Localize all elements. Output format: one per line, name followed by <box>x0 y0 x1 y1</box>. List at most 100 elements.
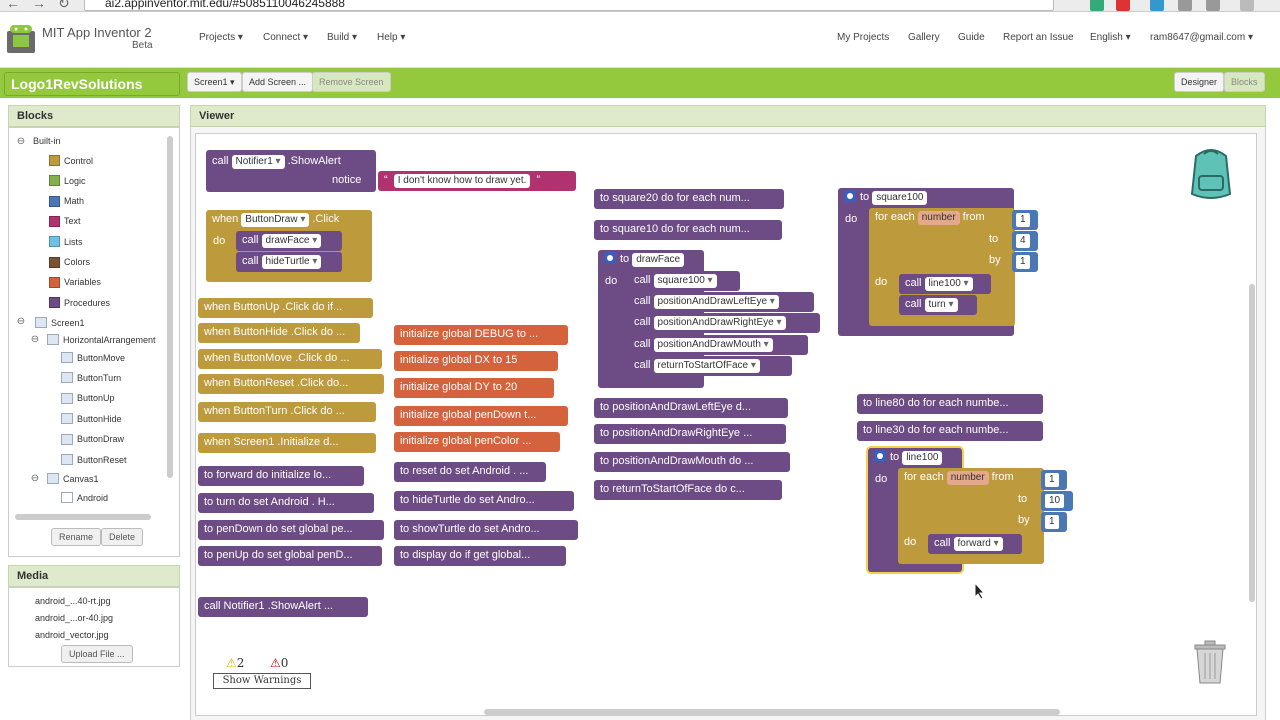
procedure-dropdown[interactable]: positionAndDrawMouth <box>653 337 773 352</box>
backpack-icon[interactable] <box>1182 146 1240 202</box>
media-file[interactable]: android_...or-40.jpg <box>35 613 113 623</box>
collapsed-block[interactable]: call Notifier1 .ShowAlert ... <box>198 597 368 617</box>
collapsed-block[interactable]: to positionAndDrawLeftEye d... <box>594 398 788 418</box>
tree-builtin-control[interactable]: Control <box>49 155 93 166</box>
collapsed-block[interactable]: initialize global DX to 15 <box>394 351 558 371</box>
tree-horizontal-arrangement[interactable]: HorizontalArrangement <box>47 334 156 345</box>
collapsed-block[interactable]: to turn do set Android . H... <box>198 493 374 513</box>
screen-dropdown[interactable]: Screen1 ▾ <box>187 72 242 92</box>
blocks-button[interactable]: Blocks <box>1224 72 1265 92</box>
menu-projects[interactable]: Projects ▾ <box>199 32 243 43</box>
collapsed-block[interactable]: when ButtonMove .Click do ... <box>198 349 382 369</box>
call-positionanddrawrighteye-block[interactable]: call positionAndDrawRightEye <box>628 313 820 334</box>
tree-builtin-logic[interactable]: Logic <box>49 175 86 187</box>
collapsed-block[interactable]: to forward do initialize lo... <box>198 466 364 486</box>
back-icon[interactable]: ← <box>6 0 20 11</box>
tree-buttonup[interactable]: ButtonUp <box>61 392 115 404</box>
add-screen-button[interactable]: Add Screen ... <box>242 72 314 92</box>
call-hideturtle-block[interactable]: call hideTurtle <box>236 252 342 272</box>
reload-icon[interactable]: ↻ <box>58 0 70 11</box>
tree-buttonturn[interactable]: ButtonTurn <box>61 372 121 384</box>
tree-builtin-colors[interactable]: Colors <box>49 256 90 268</box>
link-my-projects[interactable]: My Projects <box>837 32 889 43</box>
extension-icon[interactable] <box>1178 0 1192 11</box>
forward-icon[interactable]: → <box>32 0 46 11</box>
collapsed-block[interactable]: to display do if get global... <box>394 546 566 566</box>
collapsed-block[interactable]: initialize global penDown t... <box>394 406 568 426</box>
collapsed-block[interactable]: to positionAndDrawRightEye ... <box>594 424 786 444</box>
number-block[interactable]: 1 <box>1041 470 1067 490</box>
collapsed-block[interactable]: initialize global DEBUG to ... <box>394 325 568 345</box>
show-warnings-button[interactable]: Show Warnings <box>213 673 311 689</box>
workspace-vertical-scrollbar[interactable] <box>1249 284 1255 602</box>
tree-builtin-variables[interactable]: Variables <box>49 276 101 288</box>
media-file[interactable]: android_vector.jpg <box>35 630 109 640</box>
tree-scrollbar[interactable] <box>167 136 173 478</box>
collapsed-block[interactable]: when ButtonReset .Click do... <box>198 374 384 394</box>
number-block[interactable]: 1 <box>1012 252 1038 272</box>
tree-canvas1[interactable]: Canvas1 <box>47 473 99 484</box>
tree-builtin-math[interactable]: Math <box>49 195 84 207</box>
remove-screen-button[interactable]: Remove Screen <box>312 72 391 92</box>
collapsed-block[interactable]: to penUp do set global penD... <box>198 546 382 566</box>
rename-button[interactable]: Rename <box>51 528 102 546</box>
menu-connect[interactable]: Connect ▾ <box>263 32 308 43</box>
call-notifier-showalert-block[interactable]: callNotifier1.ShowAlert notice <box>206 150 376 192</box>
collapsed-block[interactable]: initialize global DY to 20 <box>394 378 554 398</box>
extension-icon[interactable] <box>1206 0 1220 11</box>
extension-icon[interactable] <box>1116 0 1130 11</box>
collapsed-block[interactable]: to square20 do for each num... <box>594 189 784 209</box>
media-file[interactable]: android_...40-rt.jpg <box>35 596 111 606</box>
delete-button[interactable]: Delete <box>101 528 144 546</box>
collapsed-block[interactable]: to returnToStartOfFace do c... <box>594 480 782 500</box>
workspace-horizontal-scrollbar[interactable] <box>484 709 1060 715</box>
blocks-workspace[interactable]: when ButtonUp .Click do if... when Button… <box>195 133 1257 716</box>
number-block[interactable]: 1 <box>1012 210 1038 230</box>
tree-buttonreset[interactable]: ButtonReset <box>61 454 127 465</box>
mutator-gear-icon[interactable] <box>604 252 616 265</box>
language-menu[interactable]: English ▾ <box>1090 32 1131 43</box>
collapsed-block[interactable]: when Screen1 .Initialize d... <box>198 433 376 453</box>
extension-icon[interactable] <box>1090 0 1104 11</box>
tree-android[interactable]: Android <box>61 492 108 503</box>
collapsed-block[interactable]: when ButtonUp .Click do if... <box>198 298 373 318</box>
mutator-gear-icon[interactable] <box>844 190 856 203</box>
collapsed-block[interactable]: when ButtonTurn .Click do ... <box>198 402 376 422</box>
collapsed-block[interactable]: to line80 do for each numbe... <box>857 394 1043 414</box>
collapse-icon[interactable]: ⊖ <box>30 473 40 484</box>
component-dropdown[interactable]: Notifier1 <box>231 155 285 169</box>
collapsed-block[interactable]: to square10 do for each num... <box>594 220 782 240</box>
collapsed-block[interactable]: initialize global penColor ... <box>394 432 560 452</box>
collapsed-block[interactable]: to hideTurtle do set Andro... <box>394 491 574 511</box>
menu-icon[interactable] <box>1240 0 1254 11</box>
procedure-dropdown[interactable]: returnToStartOfFace <box>653 358 760 373</box>
collapse-icon[interactable]: ⊖ <box>16 316 26 327</box>
procedure-dropdown[interactable]: positionAndDrawLeftEye <box>653 295 779 310</box>
address-bar[interactable]: ai2.appinventor.mit.edu/#508511004624588… <box>84 0 1054 11</box>
call-forward-block[interactable]: call forward <box>928 534 1022 554</box>
procedure-dropdown[interactable]: positionAndDrawRightEye <box>653 316 786 331</box>
menu-help[interactable]: Help ▾ <box>377 32 405 43</box>
tree-screen1[interactable]: Screen1 <box>35 317 85 328</box>
call-turn-block[interactable]: call turn <box>899 295 977 315</box>
number-block[interactable]: 4 <box>1012 231 1038 251</box>
link-gallery[interactable]: Gallery <box>908 32 940 43</box>
call-line100-block[interactable]: call line100 <box>899 274 991 294</box>
tree-buttonhide[interactable]: ButtonHide <box>61 413 122 425</box>
call-positionanddrawmouth-block[interactable]: call positionAndDrawMouth <box>628 334 808 355</box>
menu-build[interactable]: Build ▾ <box>327 32 357 43</box>
text-field[interactable]: I don't know how to draw yet. <box>393 174 531 188</box>
link-report-issue[interactable]: Report an Issue <box>1003 32 1074 43</box>
trash-icon[interactable] <box>1190 637 1230 687</box>
tree-builtin-lists[interactable]: Lists <box>49 236 83 248</box>
account-menu[interactable]: ram8647@gmail.com ▾ <box>1150 32 1253 43</box>
collapsed-block[interactable]: to showTurtle do set Andro... <box>394 520 578 540</box>
link-guide[interactable]: Guide <box>958 32 985 43</box>
procedure-dropdown[interactable]: square100 <box>653 274 717 288</box>
call-square100-block[interactable]: call square100 <box>628 271 740 291</box>
tree-horizontal-scrollbar[interactable] <box>15 514 151 520</box>
designer-button[interactable]: Designer <box>1174 72 1225 92</box>
tree-buttonmove[interactable]: ButtonMove <box>61 352 125 363</box>
tree-builtin-procedures[interactable]: Procedures <box>49 297 110 309</box>
collapse-icon[interactable]: ⊖ <box>30 334 40 345</box>
